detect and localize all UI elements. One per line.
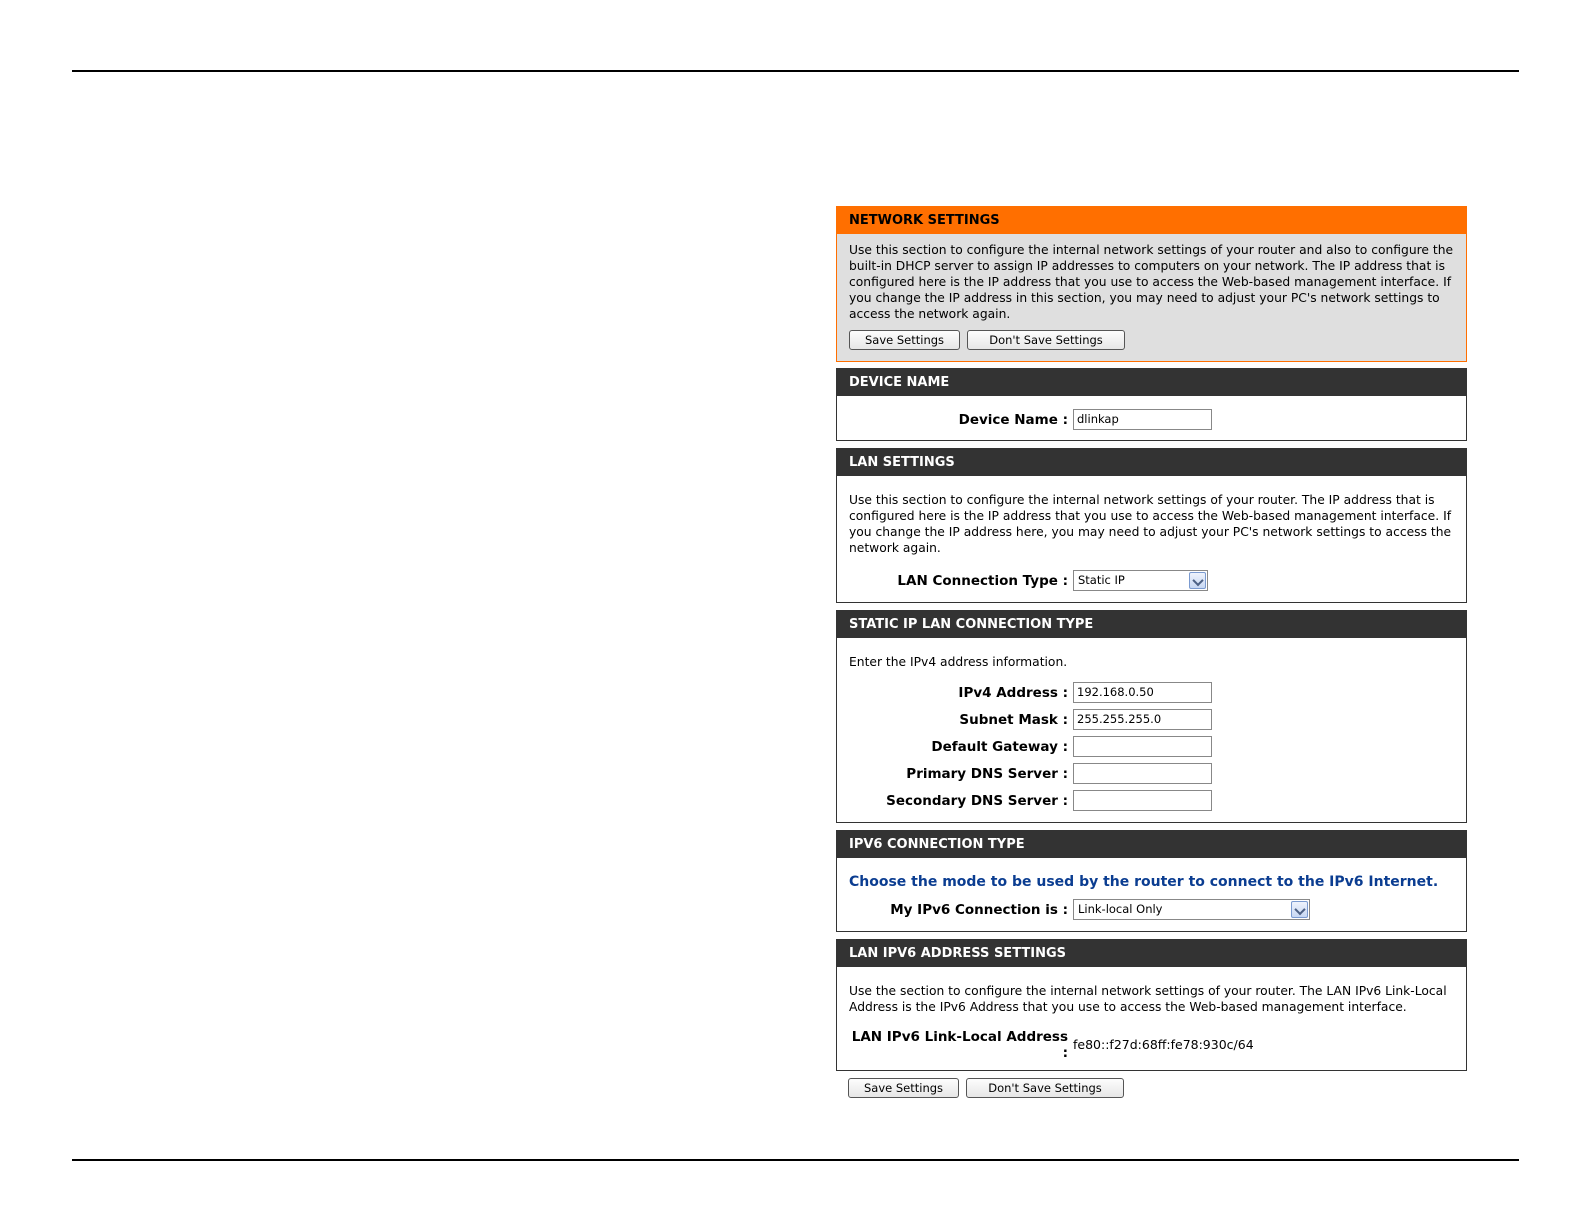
footer-buttons: Save Settings Don't Save Settings — [836, 1078, 1467, 1098]
device-name-header: DEVICE NAME — [837, 369, 1466, 396]
subnet-mask-label: Subnet Mask : — [959, 711, 1068, 728]
ipv6-connection-label: My IPv6 Connection is : — [890, 901, 1068, 918]
network-settings-header: NETWORK SETTINGS — [837, 207, 1466, 234]
subnet-mask-input[interactable]: 255.255.255.0 — [1073, 709, 1212, 730]
device-name-section: DEVICE NAME Device Name : dlinkap — [836, 368, 1467, 441]
lan-ipv6-link-local-label: LAN IPv6 Link-Local Address : — [851, 1028, 1068, 1061]
default-gateway-input[interactable] — [1073, 736, 1212, 757]
lan-connection-type-select[interactable]: Static IP — [1073, 570, 1208, 591]
bottom-rule — [72, 1159, 1519, 1161]
dont-save-settings-button-bottom[interactable]: Don't Save Settings — [966, 1078, 1124, 1098]
chevron-down-icon[interactable] — [1291, 901, 1308, 918]
primary-dns-input[interactable] — [1073, 763, 1212, 784]
network-settings-description: Use this section to configure the intern… — [849, 243, 1454, 321]
save-settings-button[interactable]: Save Settings — [849, 330, 960, 350]
secondary-dns-input[interactable] — [1073, 790, 1212, 811]
static-ip-section: STATIC IP LAN CONNECTION TYPE Enter the … — [836, 610, 1467, 823]
lan-settings-header: LAN SETTINGS — [837, 449, 1466, 476]
static-ip-intro: Enter the IPv4 address information. — [849, 655, 1068, 669]
lan-ipv6-section: LAN IPV6 ADDRESS SETTINGS Use the sectio… — [836, 939, 1467, 1071]
save-settings-button-bottom[interactable]: Save Settings — [848, 1078, 959, 1098]
ipv6-connection-select[interactable]: Link-local Only — [1073, 899, 1310, 920]
lan-ipv6-header: LAN IPV6 ADDRESS SETTINGS — [837, 940, 1466, 967]
device-name-input[interactable]: dlinkap — [1073, 409, 1212, 430]
ipv6-connection-header: IPV6 CONNECTION TYPE — [837, 831, 1466, 858]
secondary-dns-label: Secondary DNS Server : — [886, 792, 1068, 809]
lan-settings-description: Use this section to configure the intern… — [849, 493, 1452, 555]
ipv6-connection-prompt: Choose the mode to be used by the router… — [849, 874, 1439, 890]
ipv6-connection-section: IPV6 CONNECTION TYPE Choose the mode to … — [836, 830, 1467, 932]
chevron-down-icon[interactable] — [1189, 572, 1206, 589]
dont-save-settings-button[interactable]: Don't Save Settings — [967, 330, 1125, 350]
lan-connection-type-label: LAN Connection Type : — [897, 572, 1068, 589]
top-rule — [72, 70, 1519, 72]
lan-ipv6-description: Use the section to configure the interna… — [849, 984, 1447, 1014]
settings-panel: NETWORK SETTINGS Use this section to con… — [836, 206, 1467, 1098]
lan-connection-type-value: Static IP — [1078, 573, 1125, 587]
device-name-label: Device Name : — [958, 411, 1068, 428]
lan-ipv6-link-local-value: fe80::f27d:68ff:fe78:930c/64 — [1073, 1036, 1254, 1052]
ipv4-address-label: IPv4 Address : — [958, 684, 1068, 701]
default-gateway-label: Default Gateway : — [931, 738, 1068, 755]
network-settings-section: NETWORK SETTINGS Use this section to con… — [836, 206, 1467, 362]
primary-dns-label: Primary DNS Server : — [906, 765, 1068, 782]
ipv4-address-input[interactable]: 192.168.0.50 — [1073, 682, 1212, 703]
static-ip-header: STATIC IP LAN CONNECTION TYPE — [837, 611, 1466, 638]
ipv6-connection-value: Link-local Only — [1078, 902, 1163, 916]
lan-settings-section: LAN SETTINGS Use this section to configu… — [836, 448, 1467, 603]
